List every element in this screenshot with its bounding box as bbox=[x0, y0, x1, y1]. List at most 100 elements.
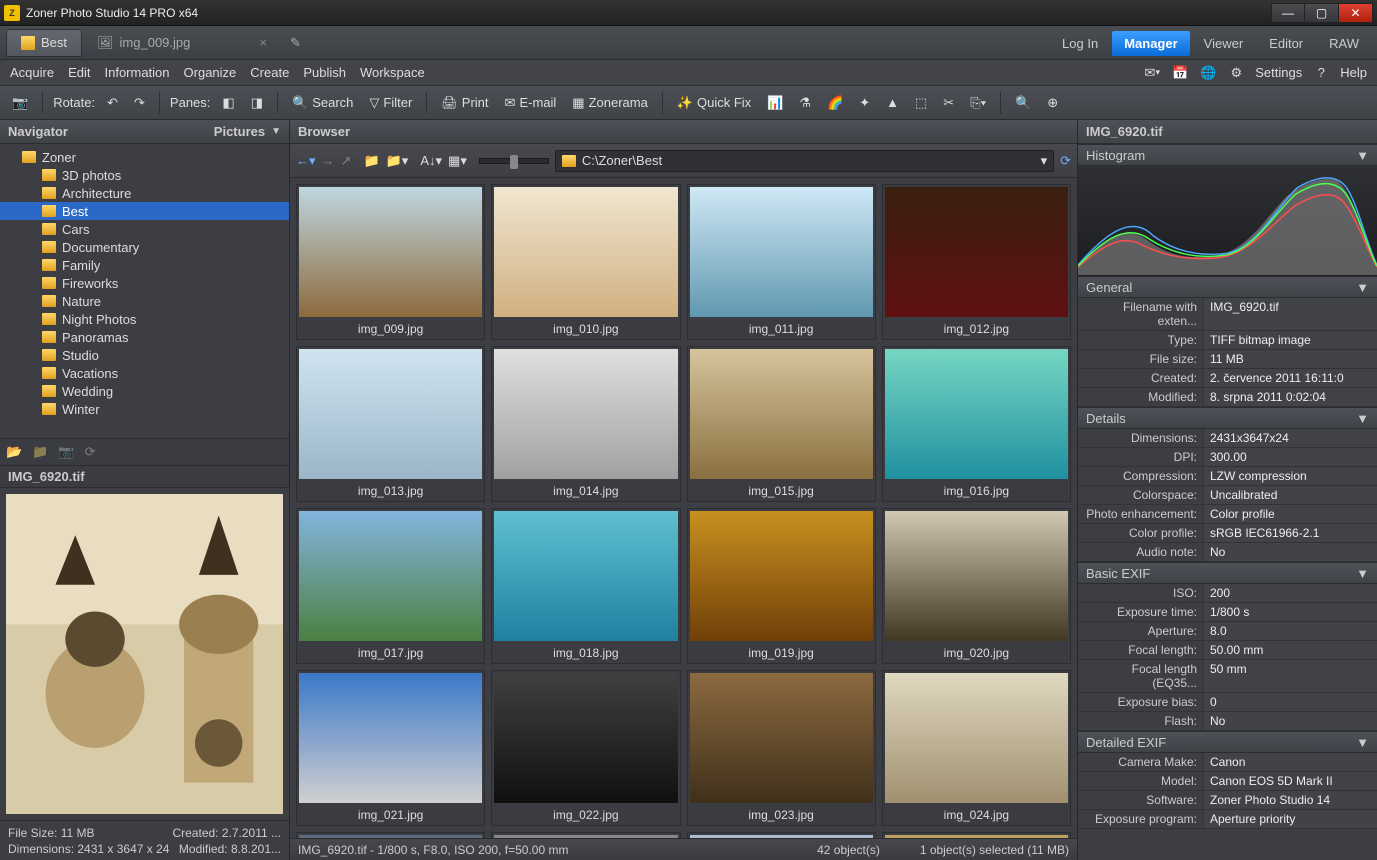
menu-acquire[interactable]: Acquire bbox=[10, 65, 54, 80]
navigator-mode[interactable]: Pictures bbox=[214, 124, 265, 139]
enhance-icon[interactable]: ✦ bbox=[855, 93, 874, 113]
tree-folder[interactable]: Studio bbox=[0, 346, 289, 364]
new-tab-icon[interactable]: ✎ bbox=[290, 35, 301, 51]
thumbnail[interactable]: img_012.jpg bbox=[882, 184, 1071, 340]
tree-folder[interactable]: Panoramas bbox=[0, 328, 289, 346]
close-tab-icon[interactable]: × bbox=[259, 35, 267, 50]
folder-tree[interactable]: Zoner 3D photosArchitectureBestCarsDocum… bbox=[0, 144, 289, 438]
details-header[interactable]: Details▼ bbox=[1078, 407, 1377, 429]
minimize-button[interactable]: — bbox=[1271, 3, 1305, 23]
thumbnail[interactable]: img_016.jpg bbox=[882, 346, 1071, 502]
login-link[interactable]: Log In bbox=[1050, 31, 1110, 56]
thumbnail[interactable]: img_014.jpg bbox=[491, 346, 680, 502]
zonerama-button[interactable]: ▦ Zonerama bbox=[568, 93, 652, 113]
folder-up-icon[interactable]: 📁 bbox=[363, 153, 379, 169]
preview-image[interactable] bbox=[6, 494, 283, 814]
pane-nav-icon[interactable]: ◧ bbox=[218, 93, 238, 113]
tab-best[interactable]: Best bbox=[6, 29, 82, 57]
color-icon[interactable]: 🌈 bbox=[823, 93, 847, 113]
gear-icon[interactable]: ⚙ bbox=[1227, 64, 1245, 82]
mode-viewer[interactable]: Viewer bbox=[1192, 31, 1256, 56]
tree-folder[interactable]: Documentary bbox=[0, 238, 289, 256]
thumbnail-grid[interactable]: img_009.jpgimg_010.jpgimg_011.jpgimg_012… bbox=[290, 178, 1077, 838]
thumbnail[interactable]: img_017.jpg bbox=[296, 508, 485, 664]
thumbnail[interactable]: img_011.jpg bbox=[687, 184, 876, 340]
help-icon[interactable]: ? bbox=[1312, 64, 1330, 82]
camera-folder-icon[interactable]: 📷 bbox=[58, 444, 74, 460]
thumbnail[interactable]: img_020.jpg bbox=[882, 508, 1071, 664]
menu-publish[interactable]: Publish bbox=[303, 65, 346, 80]
menu-information[interactable]: Information bbox=[104, 65, 169, 80]
sharpen-icon[interactable]: ▲ bbox=[882, 93, 903, 112]
menu-workspace[interactable]: Workspace bbox=[360, 65, 425, 80]
mail-icon[interactable]: ✉▾ bbox=[1143, 64, 1161, 82]
folder-open-icon[interactable]: 📂 bbox=[6, 444, 22, 460]
search-button[interactable]: 🔍 Search bbox=[288, 93, 357, 113]
thumbnail[interactable]: img_018.jpg bbox=[491, 508, 680, 664]
histogram-header[interactable]: Histogram▼ bbox=[1078, 144, 1377, 166]
camera-icon[interactable]: 📷 bbox=[8, 93, 32, 113]
tree-folder[interactable]: Family bbox=[0, 256, 289, 274]
tree-folder[interactable]: Vacations bbox=[0, 364, 289, 382]
tree-folder[interactable]: Wedding bbox=[0, 382, 289, 400]
thumbnail[interactable]: img_010.jpg bbox=[491, 184, 680, 340]
detexif-header[interactable]: Detailed EXIF▼ bbox=[1078, 731, 1377, 753]
print-button[interactable]: 🖨 Print bbox=[437, 93, 492, 113]
chevron-down-icon[interactable]: ▼ bbox=[1356, 148, 1369, 163]
tree-folder[interactable]: Winter bbox=[0, 400, 289, 418]
chevron-down-icon[interactable]: ▾ bbox=[1041, 153, 1048, 169]
sort-icon[interactable]: A↓▾ bbox=[420, 153, 442, 169]
settings-link[interactable]: Settings bbox=[1255, 65, 1302, 80]
rotate-left-icon[interactable]: ↶ bbox=[103, 93, 122, 113]
up-icon[interactable]: ↗ bbox=[341, 153, 352, 169]
view-icon[interactable]: ▦▾ bbox=[448, 153, 467, 169]
maximize-button[interactable]: ▢ bbox=[1305, 3, 1339, 23]
tree-folder[interactable]: Fireworks bbox=[0, 274, 289, 292]
resize-icon[interactable]: ⬚ bbox=[911, 93, 931, 113]
zoom-icon[interactable]: 🔍 bbox=[1011, 93, 1035, 113]
refresh-icon[interactable]: ⟳ bbox=[1060, 153, 1071, 169]
thumbnail[interactable] bbox=[882, 832, 1071, 838]
thumbnail[interactable]: img_021.jpg bbox=[296, 670, 485, 826]
path-input[interactable]: C:\Zoner\Best ▾ bbox=[555, 150, 1054, 172]
chevron-down-icon[interactable]: ▼ bbox=[1356, 566, 1369, 581]
pane-preview-icon[interactable]: ◨ bbox=[247, 93, 267, 113]
thumbnail[interactable] bbox=[687, 832, 876, 838]
plugin-icon[interactable]: ⊕ bbox=[1043, 93, 1062, 113]
levels-icon[interactable]: 📊 bbox=[763, 93, 787, 113]
curves-icon[interactable]: ⚗ bbox=[795, 93, 815, 113]
back-icon[interactable]: ←▾ bbox=[296, 153, 316, 169]
rotate-right-icon[interactable]: ↷ bbox=[130, 93, 149, 113]
tree-folder[interactable]: Best bbox=[0, 202, 289, 220]
forward-icon[interactable]: → bbox=[322, 153, 335, 168]
tab-image[interactable]: 🖼 img_009.jpg × bbox=[82, 29, 282, 57]
thumbnail[interactable]: img_019.jpg bbox=[687, 508, 876, 664]
chevron-down-icon[interactable]: ▼ bbox=[1356, 735, 1369, 750]
thumbnail[interactable]: img_009.jpg bbox=[296, 184, 485, 340]
menu-create[interactable]: Create bbox=[250, 65, 289, 80]
tree-folder[interactable]: 3D photos bbox=[0, 166, 289, 184]
folder-blank-icon[interactable]: 📁 bbox=[32, 444, 48, 460]
thumbnail[interactable]: img_013.jpg bbox=[296, 346, 485, 502]
thumbnail[interactable] bbox=[491, 832, 680, 838]
calendar-icon[interactable]: 📅 bbox=[1171, 64, 1189, 82]
crop-icon[interactable]: ✂ bbox=[939, 93, 958, 113]
mode-editor[interactable]: Editor bbox=[1257, 31, 1315, 56]
help-link[interactable]: Help bbox=[1340, 65, 1367, 80]
tree-folder[interactable]: Nature bbox=[0, 292, 289, 310]
menu-edit[interactable]: Edit bbox=[68, 65, 90, 80]
general-header[interactable]: General▼ bbox=[1078, 276, 1377, 298]
slider-icon[interactable] bbox=[479, 158, 549, 164]
thumbnail[interactable] bbox=[296, 832, 485, 838]
email-button[interactable]: ✉ E-mail bbox=[501, 93, 561, 113]
thumbnail[interactable]: img_024.jpg bbox=[882, 670, 1071, 826]
tree-folder[interactable]: Cars bbox=[0, 220, 289, 238]
quickfix-button[interactable]: ✨ Quick Fix bbox=[673, 93, 755, 113]
batch-icon[interactable]: ⎘▾ bbox=[966, 93, 990, 113]
close-button[interactable]: ✕ bbox=[1339, 3, 1373, 23]
menu-organize[interactable]: Organize bbox=[184, 65, 237, 80]
tree-folder[interactable]: Architecture bbox=[0, 184, 289, 202]
tree-folder[interactable]: Night Photos bbox=[0, 310, 289, 328]
chevron-down-icon[interactable]: ▼ bbox=[1356, 280, 1369, 295]
thumbnail[interactable]: img_015.jpg bbox=[687, 346, 876, 502]
